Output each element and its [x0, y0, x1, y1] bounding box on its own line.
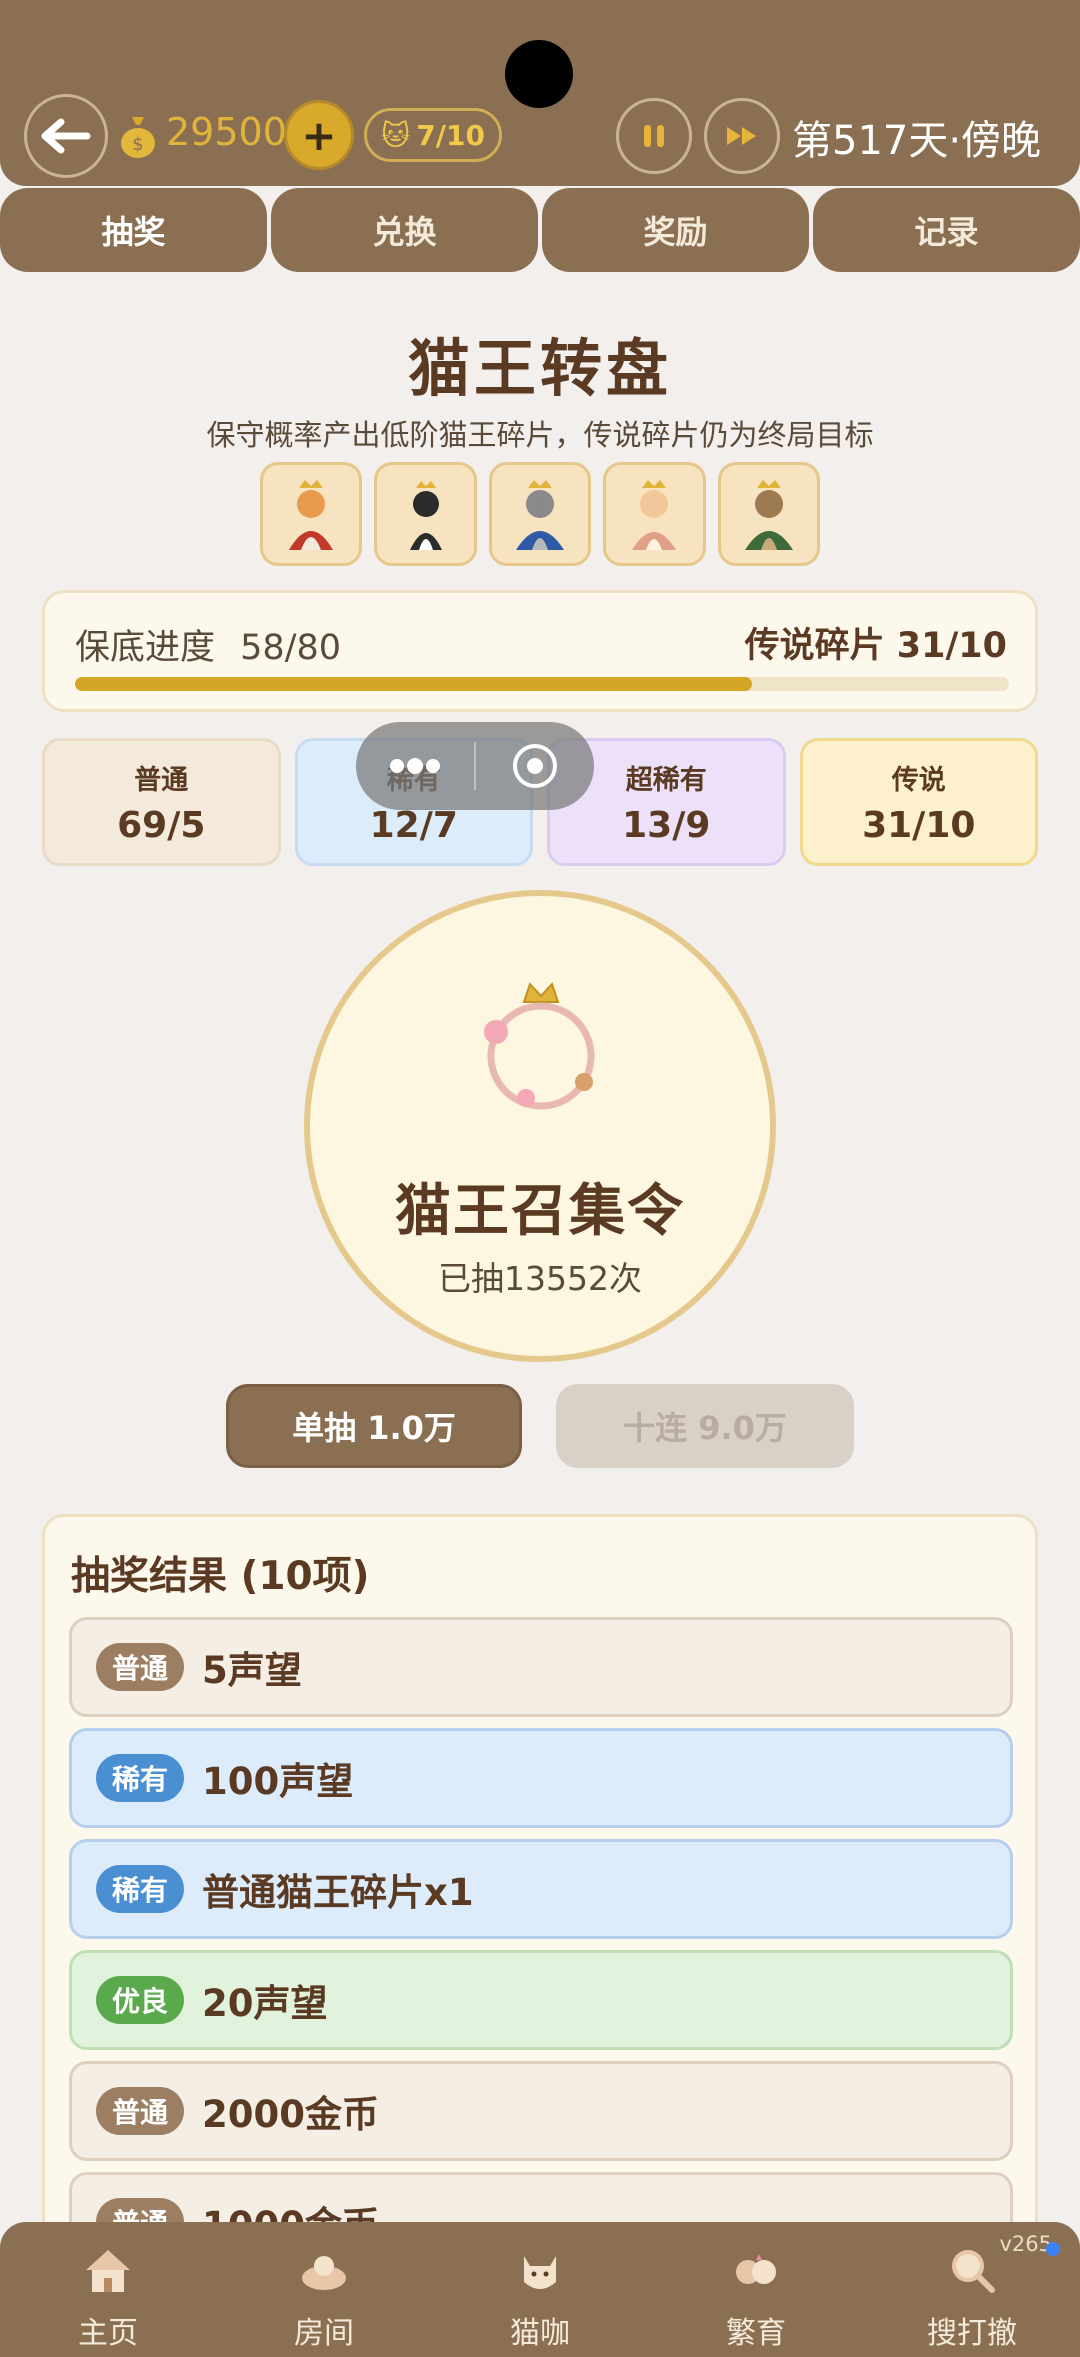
nav-label: 搜打撤	[927, 2316, 1017, 2351]
breeding-icon	[726, 2240, 786, 2300]
tab-exchange[interactable]: 兑换	[271, 188, 538, 272]
more-options-button[interactable]	[356, 722, 474, 810]
rarity-common-card: 普通 69/5	[42, 738, 281, 866]
tab-rewards[interactable]: 奖励	[542, 188, 809, 272]
results-list[interactable]: 普通 5声望 稀有 100声望 稀有 普通猫王碎片x1 优良 20声望 普通 2…	[69, 1617, 1013, 2283]
rarity-label: 超稀有	[625, 765, 707, 796]
rarity-label: 普通	[134, 765, 189, 796]
pause-button[interactable]	[616, 98, 692, 174]
version-label: v265	[999, 2232, 1052, 2256]
rarity-value: 69/5	[117, 805, 206, 846]
house-icon	[78, 2240, 138, 2300]
legend-fragment-count: 传说碎片 31/10	[744, 626, 1007, 666]
wheel-emblem-icon	[484, 982, 595, 1110]
cat-king-tuxedo-icon	[409, 481, 442, 550]
pity-progress-panel: 保底进度 58/80 传说碎片 31/10	[42, 590, 1038, 712]
nav-breeding[interactable]: 繁育	[648, 2222, 864, 2357]
cat-king-portrait-2	[374, 462, 477, 566]
rarity-badge: 普通	[96, 2087, 185, 2135]
rarity-badge: 优良	[96, 1976, 185, 2024]
rarity-value: 13/9	[622, 805, 711, 846]
more-dots-icon	[390, 758, 440, 774]
cat-king-portrait-3	[488, 462, 592, 566]
rarity-badge: 普通	[96, 1643, 185, 1691]
nav-label: 房间	[294, 2316, 354, 2351]
rarity-legend-card: 传说 31/10	[799, 738, 1038, 866]
svg-text:$: $	[132, 134, 143, 155]
nav-home[interactable]: 主页	[0, 2222, 216, 2357]
ten-draw-button[interactable]: 十连 9.0万	[556, 1384, 854, 1468]
back-button[interactable]	[24, 94, 108, 178]
rarity-badge: 稀有	[96, 1865, 185, 1913]
result-item: 优良 20声望	[69, 1950, 1013, 2050]
nav-cat-cafe[interactable]: 猫咖	[432, 2222, 648, 2357]
lucky-wheel[interactable]: 猫王召集令 已抽13552次	[304, 890, 776, 1362]
mini-program-capsule	[356, 722, 594, 810]
fast-forward-icon	[727, 127, 756, 145]
page-title: 猫王转盘	[407, 332, 672, 405]
result-item: 普通 2000金币	[69, 2061, 1013, 2161]
close-mini-program-button[interactable]	[476, 741, 594, 791]
coin-balance: 29500	[166, 110, 287, 154]
day-time-label: 第517天·傍晚	[792, 118, 1042, 164]
nav-room[interactable]: 房间	[216, 2222, 432, 2357]
cat-face-icon: 🐱	[381, 118, 411, 152]
tab-records[interactable]: 记录	[813, 188, 1080, 272]
pity-progress-text: 保底进度 58/80	[75, 619, 341, 670]
pity-progress-value: 58/80	[240, 628, 342, 668]
result-text: 20声望	[202, 1982, 328, 2025]
single-draw-button[interactable]: 单抽 1.0万	[226, 1384, 522, 1468]
pause-icon	[644, 125, 664, 147]
money-bag-icon: $	[118, 112, 158, 160]
search-magnifier-icon	[942, 2240, 1002, 2300]
room-icon	[294, 2240, 354, 2300]
nav-label: 主页	[78, 2316, 138, 2351]
cat-king-blue-cape-icon	[516, 480, 565, 550]
tab-bar: 抽奖 兑换 奖励 记录	[0, 188, 1080, 272]
cat-capacity-badge: 🐱 7/10	[364, 108, 502, 162]
results-title: 抽奖结果 (10项)	[71, 1554, 370, 1599]
cat-capacity-value: 7/10	[416, 118, 485, 152]
pity-progress-label: 保底进度	[75, 628, 216, 668]
result-text: 5声望	[202, 1649, 302, 1692]
bottom-navigation: 主页 房间 猫咖 繁育 搜打撤 v265	[0, 2222, 1080, 2357]
top-header: $ 29500 + 🐱 7/10 第517天·傍晚	[0, 0, 1080, 186]
nav-label: 繁育	[726, 2316, 786, 2351]
result-text: 100声望	[202, 1760, 354, 1803]
cat-king-green-cape-icon	[744, 480, 793, 550]
update-dot	[1046, 2242, 1060, 2256]
target-close-icon	[513, 744, 557, 788]
cat-king-portrait-5	[717, 462, 821, 566]
tab-lottery[interactable]: 抽奖	[0, 188, 267, 272]
page-subtitle: 保守概率产出低阶猫王碎片，传说碎片仍为终局目标	[206, 418, 874, 452]
pity-progress-fill	[75, 677, 753, 691]
plus-icon: +	[301, 110, 337, 160]
rarity-badge: 稀有	[96, 1754, 185, 1802]
add-coins-button[interactable]: +	[284, 100, 354, 170]
rarity-value: 31/10	[862, 805, 976, 846]
cat-king-portrait-4	[603, 462, 706, 566]
cat-king-portraits	[260, 462, 821, 566]
cat-king-calico-icon	[632, 480, 677, 550]
fast-forward-button[interactable]	[704, 98, 780, 174]
result-item: 稀有 100声望	[69, 1728, 1013, 1828]
cat-cafe-icon	[510, 2240, 570, 2300]
camera-cutout	[505, 40, 573, 108]
result-item: 稀有 普通猫王碎片x1	[69, 1839, 1013, 1939]
cat-king-portrait-1	[260, 462, 363, 566]
rarity-label: 传说	[891, 765, 946, 796]
arrow-left-icon	[41, 118, 91, 154]
pity-progress-bar	[75, 677, 1009, 691]
result-item: 普通 5声望	[69, 1617, 1013, 1717]
result-text: 普通猫王碎片x1	[202, 1871, 474, 1914]
wheel-draw-count: 已抽13552次	[438, 1259, 642, 1298]
result-text: 2000金币	[202, 2093, 379, 2136]
nav-label: 猫咖	[510, 2316, 570, 2351]
cat-king-orange-icon	[289, 480, 334, 550]
wheel-name: 猫王召集令	[395, 1179, 685, 1244]
rarity-value: 12/7	[369, 805, 458, 846]
